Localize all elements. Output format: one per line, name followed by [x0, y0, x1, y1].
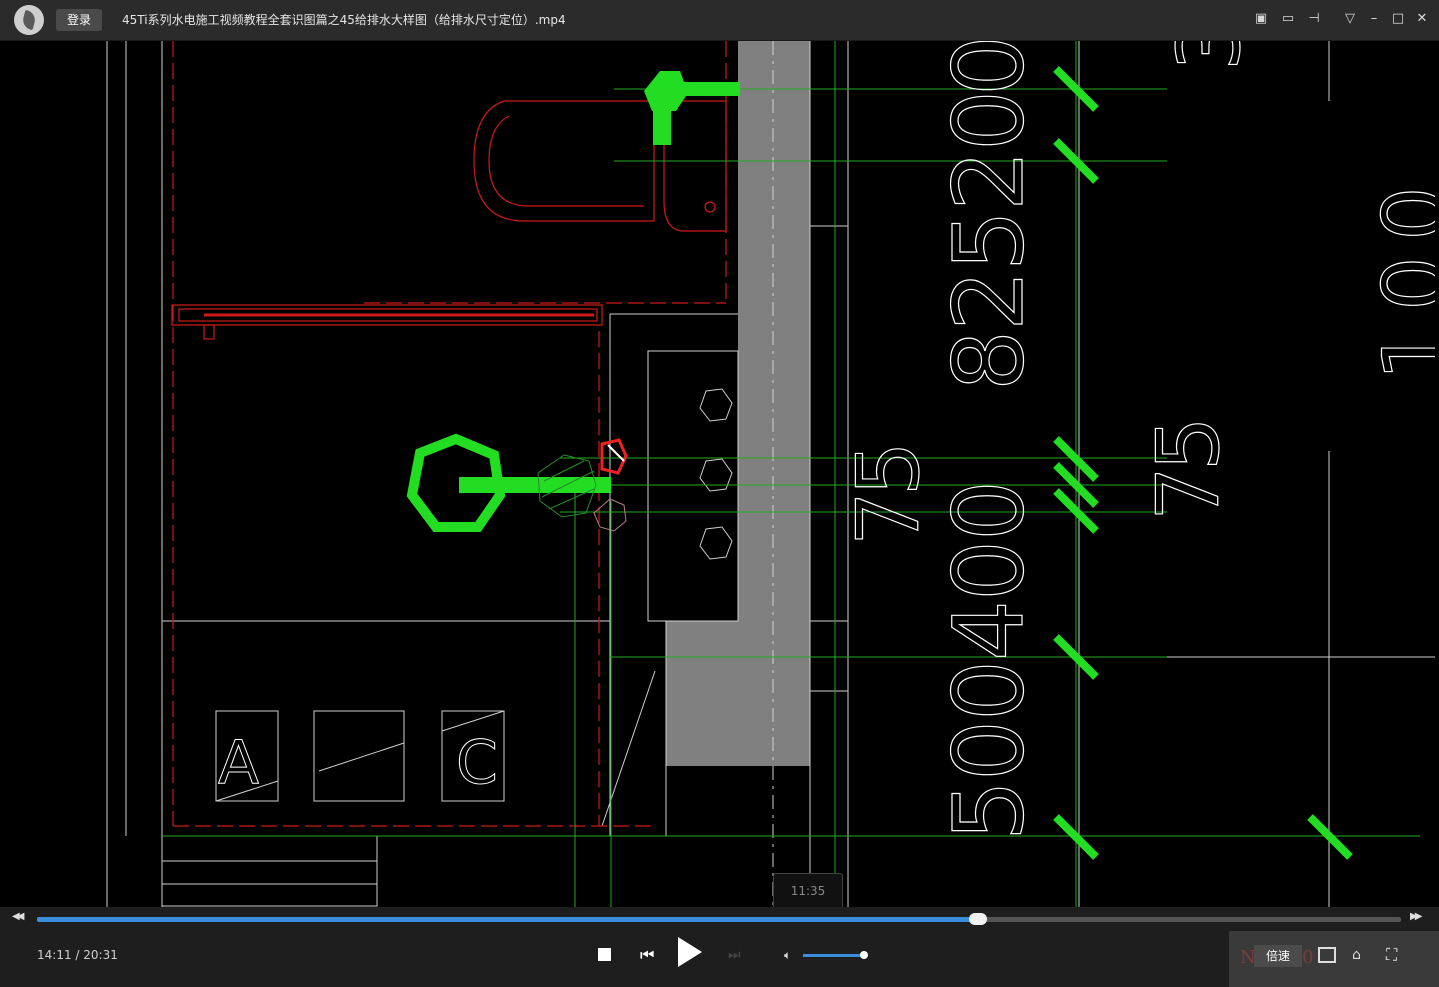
dimension-digit: 1	[1365, 326, 1435, 381]
dimension-digit: 2	[933, 270, 1045, 331]
dimension-digit: 0	[1365, 186, 1435, 241]
folder-icon[interactable]: ▭	[1278, 9, 1298, 29]
maximize-icon[interactable]: □	[1388, 9, 1408, 29]
speed-button[interactable]: 倍速	[1254, 945, 1302, 967]
subtitle-icon[interactable]: ⌂	[1352, 947, 1361, 963]
room-label-a: A	[218, 728, 259, 798]
volume-slider[interactable]	[803, 954, 865, 957]
fullscreen-icon[interactable]: ⛶	[1386, 945, 1397, 965]
screenshot-icon[interactable]: ▣	[1251, 9, 1271, 29]
rewind-icon[interactable]: ◀◀	[12, 911, 25, 922]
dimension-digit: 0	[933, 720, 1045, 781]
dimension-digit: 5	[933, 210, 1045, 271]
minimize-icon[interactable]: –	[1364, 9, 1384, 29]
progress-handle[interactable]	[969, 913, 988, 925]
volume-handle[interactable]	[860, 951, 868, 959]
dimension-digit: 0	[933, 540, 1045, 601]
video-frame[interactable]: 8 2 5 2 0 0 5 0 0 4 0 0 5 5 7 7 3 1 0 0 …	[4, 41, 1435, 907]
dimension-digit: 2	[933, 150, 1045, 211]
pin-icon[interactable]: ⊣	[1304, 9, 1324, 29]
wall-column	[738, 41, 810, 621]
next-icon[interactable]: ⏭	[728, 947, 741, 963]
dimension-digit: 3	[1160, 41, 1260, 71]
menu-dropdown-icon[interactable]: ▽	[1340, 9, 1360, 29]
window-mode-icon[interactable]	[1318, 947, 1336, 963]
app-logo-icon[interactable]	[14, 5, 44, 35]
previous-icon[interactable]: ⏮	[640, 945, 654, 965]
dimension-digit: 5	[839, 441, 939, 496]
play-icon[interactable]	[678, 937, 702, 967]
dimension-digit: 0	[933, 90, 1045, 151]
progress-fill	[37, 917, 979, 922]
dimension-digit: 5	[933, 780, 1045, 841]
fast-forward-icon[interactable]: ▶▶	[1410, 911, 1423, 922]
cad-drawing: 8 2 5 2 0 0 5 0 0 4 0 0 5 5 7 7 3 1 0 0 …	[106, 41, 1435, 907]
dimension-digit: 7	[1139, 466, 1239, 521]
dimension-digit: 0	[933, 660, 1045, 721]
seek-hover-time: 11:35	[773, 873, 843, 909]
room-label-c: C	[456, 728, 498, 798]
title-bar: 登录 45Ti系列水电施工视频教程全套识图篇之45给排水大样图（给排水尺寸定位）…	[0, 0, 1439, 41]
dimension-digit: 0	[933, 41, 1045, 96]
time-display: 14:11 / 20:31	[37, 948, 118, 962]
stop-icon[interactable]	[598, 948, 611, 961]
player-controls: ◀◀ ▶▶ 14:11 / 20:31 ⏮ ⏭ 🔈︎ NT1030 倍速 ⌂ ⛶	[0, 907, 1439, 987]
wall-base	[666, 621, 810, 766]
volume-icon[interactable]: 🔈︎	[784, 948, 791, 963]
dimension-digit: 0	[1365, 256, 1435, 311]
video-title: 45Ti系列水电施工视频教程全套识图篇之45给排水大样图（给排水尺寸定位）.mp…	[122, 13, 566, 27]
login-button[interactable]: 登录	[56, 9, 102, 31]
dimension-digit: 4	[933, 600, 1045, 661]
dimension-digit: 7	[839, 491, 939, 546]
dimension-text-8252: 8	[933, 330, 1045, 391]
dimension-digit: 5	[1139, 416, 1239, 471]
close-icon[interactable]: ✕	[1412, 9, 1432, 29]
dimension-digit: 0	[933, 480, 1045, 541]
